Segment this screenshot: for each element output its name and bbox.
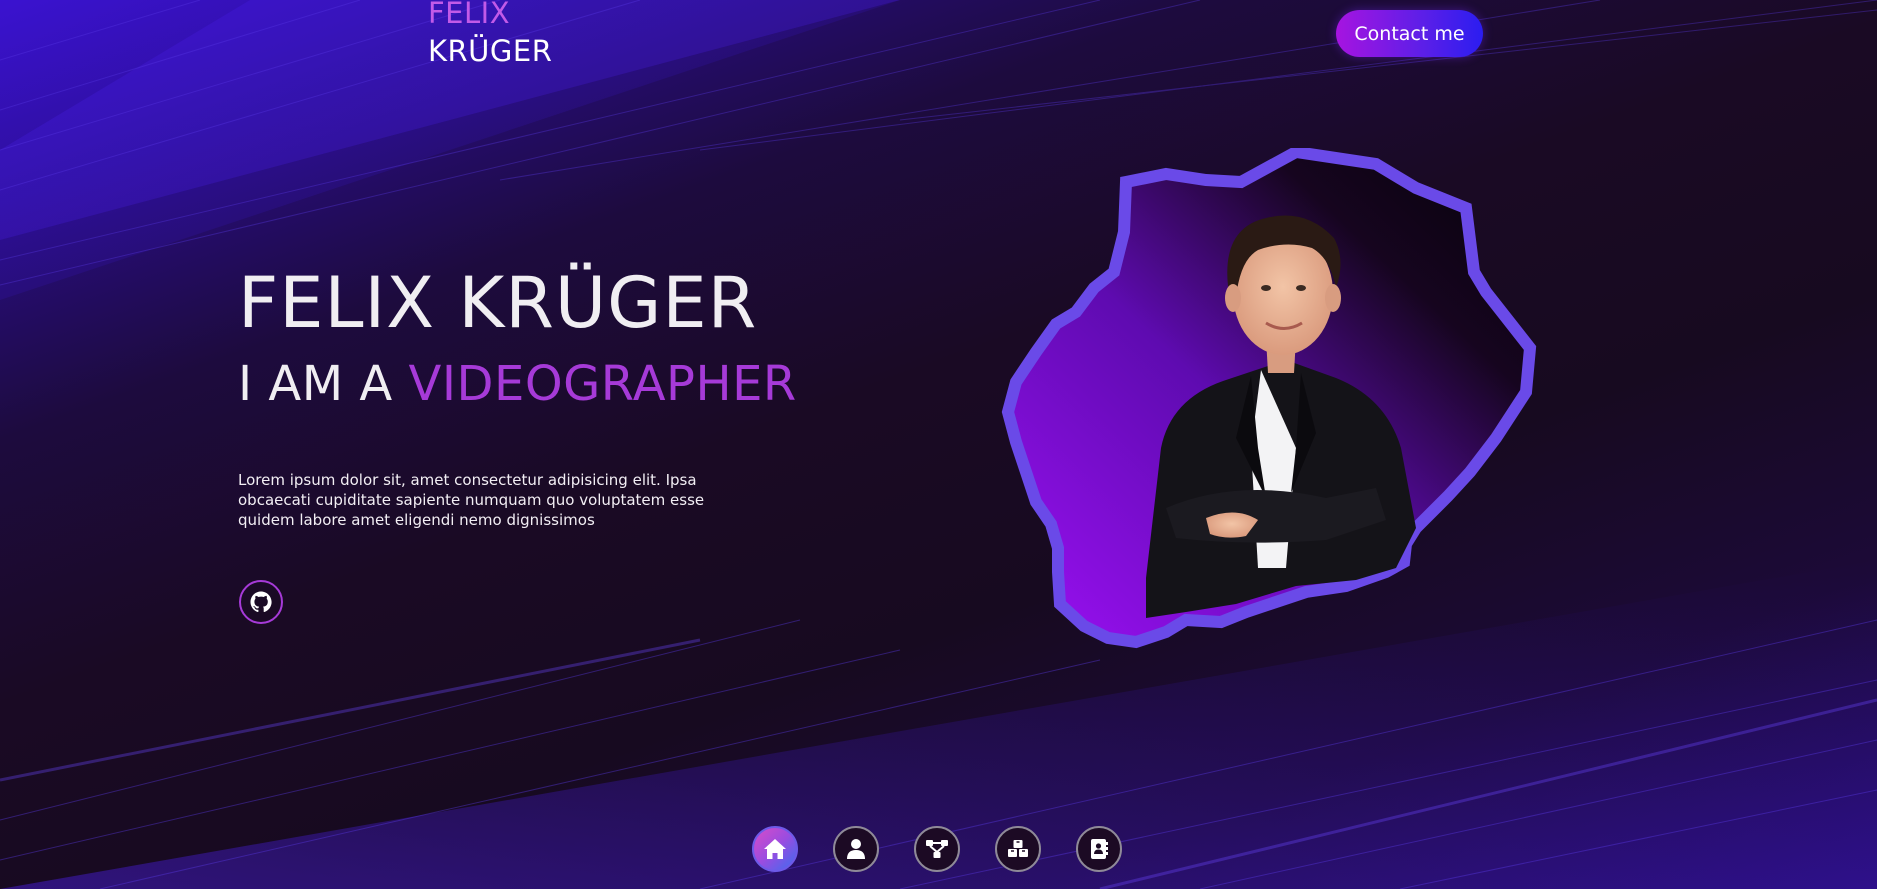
- hero-role-highlight: VIDEOGRAPHER: [408, 356, 797, 412]
- logo-last-name: KRÜGER: [428, 34, 553, 68]
- hero-role-prefix: I AM A: [238, 356, 393, 412]
- network-icon: [926, 840, 948, 858]
- nav-home-button[interactable]: [752, 826, 798, 872]
- portrait-frame: [996, 145, 1596, 768]
- logo-first-name: FELIX: [428, 0, 511, 30]
- page: FELIX KRÜGER Contact me FELIX KRÜGER I A…: [0, 0, 1877, 889]
- boxes-icon: [1008, 840, 1028, 857]
- nav-about-button[interactable]: [833, 826, 879, 872]
- github-icon: [250, 591, 272, 613]
- site-logo[interactable]: FELIX KRÜGER: [428, 0, 552, 72]
- portrait-image: [1001, 145, 1537, 649]
- nav-contact-button[interactable]: [1076, 826, 1122, 872]
- nav-projects-button[interactable]: [995, 826, 1041, 872]
- home-icon: [764, 839, 786, 859]
- contact-book-icon: [1091, 839, 1108, 859]
- contact-button[interactable]: Contact me: [1336, 10, 1483, 57]
- bottom-nav-dock: [752, 826, 1122, 874]
- nav-services-button[interactable]: [914, 826, 960, 872]
- hero-description: Lorem ipsum dolor sit, amet consectetur …: [238, 471, 705, 529]
- github-link[interactable]: [239, 580, 283, 624]
- user-icon: [847, 839, 865, 859]
- hero-name: FELIX KRÜGER: [238, 262, 758, 344]
- hero-role: I AM A VIDEOGRAPHER: [238, 352, 797, 416]
